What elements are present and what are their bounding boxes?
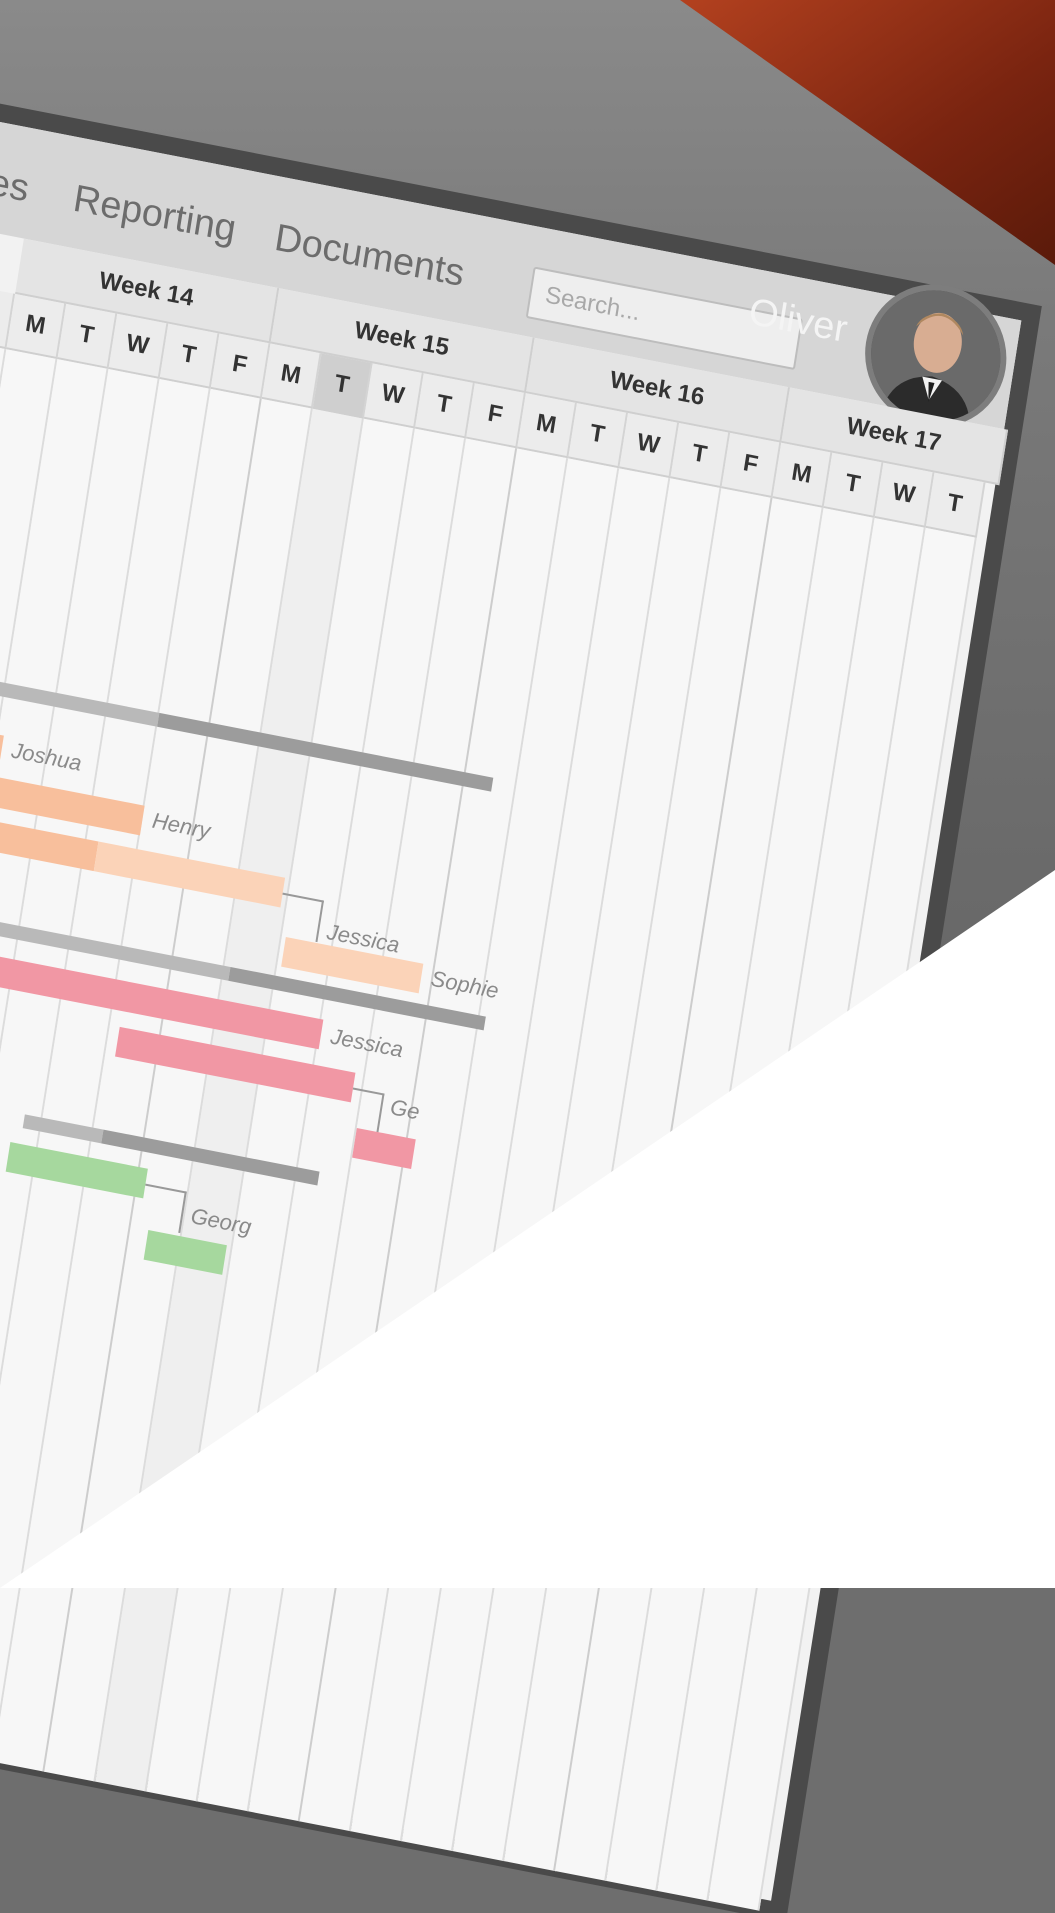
- white-overlay-shape: [0, 870, 1055, 1588]
